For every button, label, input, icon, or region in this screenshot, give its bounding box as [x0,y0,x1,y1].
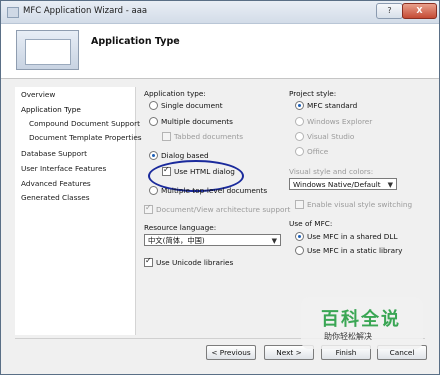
resource-language-select[interactable]: 中文(简体，中国) ▼ [144,234,281,246]
office-radio[interactable] [295,147,304,156]
title-bar: MFC Application Wizard - aaa ? X [1,1,439,24]
static-library-label[interactable]: Use MFC in a static library [307,246,402,255]
window-title: MFC Application Wizard - aaa [23,6,148,16]
wizard-nav: Overview Application Type Compound Docum… [15,87,142,335]
windows-explorer-radio[interactable] [295,117,304,126]
nav-item-advanced-features[interactable]: Advanced Features [21,179,91,188]
visual-switching-label: Enable visual style switching [307,200,413,209]
watermark-title: 百科全说 [321,309,401,330]
multiple-documents-label[interactable]: Multiple documents [161,117,233,126]
close-button[interactable]: X [402,3,437,19]
document-view-label: Document/View architecture support [156,205,291,214]
use-unicode-checkbox[interactable] [144,256,153,267]
visual-style-label: Visual style and colors: [289,167,374,176]
resource-language-label: Resource language: [144,223,217,232]
multiple-top-level-radio[interactable] [149,186,158,195]
shared-dll-radio[interactable] [295,232,304,241]
nav-item-compound-document[interactable]: Compound Document Support [29,119,140,128]
tabbed-documents-label: Tabbed documents [174,132,244,141]
dialog-based-radio[interactable] [149,151,158,160]
wizard-header: Application Type [1,24,439,79]
header-image [16,30,79,70]
resource-language-value: 中文(简体，中国) [148,236,205,245]
single-document-radio[interactable] [149,101,158,110]
visual-studio-label: Visual Studio [307,132,355,141]
tabbed-documents-checkbox[interactable] [162,132,171,141]
dialog-based-label[interactable]: Dialog based [161,151,209,160]
project-style-label: Project style: [289,89,337,98]
visual-style-value: Windows Native/Default [293,180,381,189]
application-type-label: Application type: [144,89,206,98]
multiple-documents-radio[interactable] [149,117,158,126]
office-label: Office [307,147,329,156]
nav-item-overview[interactable]: Overview [21,90,55,99]
visual-studio-radio[interactable] [295,132,304,141]
nav-item-application-type[interactable]: Application Type [21,105,81,114]
wizard-window: MFC Application Wizard - aaa ? X Applica… [0,0,440,375]
app-icon [7,7,19,18]
use-unicode-label[interactable]: Use Unicode libraries [156,258,233,267]
watermark-subtitle: 助你轻松解决 [324,332,372,341]
document-view-checkbox[interactable] [144,203,153,214]
chevron-down-icon: ▼ [387,181,393,189]
nav-item-database-support[interactable]: Database Support [21,149,87,158]
visual-switching-checkbox[interactable] [295,200,304,209]
nav-item-user-interface[interactable]: User Interface Features [21,164,106,173]
shared-dll-label[interactable]: Use MFC in a shared DLL [307,232,398,241]
windows-explorer-label: Windows Explorer [307,117,373,126]
previous-button[interactable]: < Previous [206,345,256,360]
nav-item-generated-classes[interactable]: Generated Classes [21,193,90,202]
static-library-radio[interactable] [295,246,304,255]
mfc-standard-radio[interactable] [295,101,304,110]
visual-style-select[interactable]: Windows Native/Default ▼ [289,178,397,190]
page-title: Application Type [91,36,180,47]
single-document-label[interactable]: Single document [161,101,223,110]
watermark: 百科全说 助你轻松解决 [301,297,423,349]
mfc-standard-label[interactable]: MFC standard [307,101,357,110]
use-of-mfc-label: Use of MFC: [289,219,333,228]
multiple-top-level-label[interactable]: Multiple top-level documents [161,186,267,195]
help-button[interactable]: ? [376,3,403,19]
nav-item-document-template[interactable]: Document Template Properties [29,133,142,142]
chevron-down-icon: ▼ [271,237,277,245]
